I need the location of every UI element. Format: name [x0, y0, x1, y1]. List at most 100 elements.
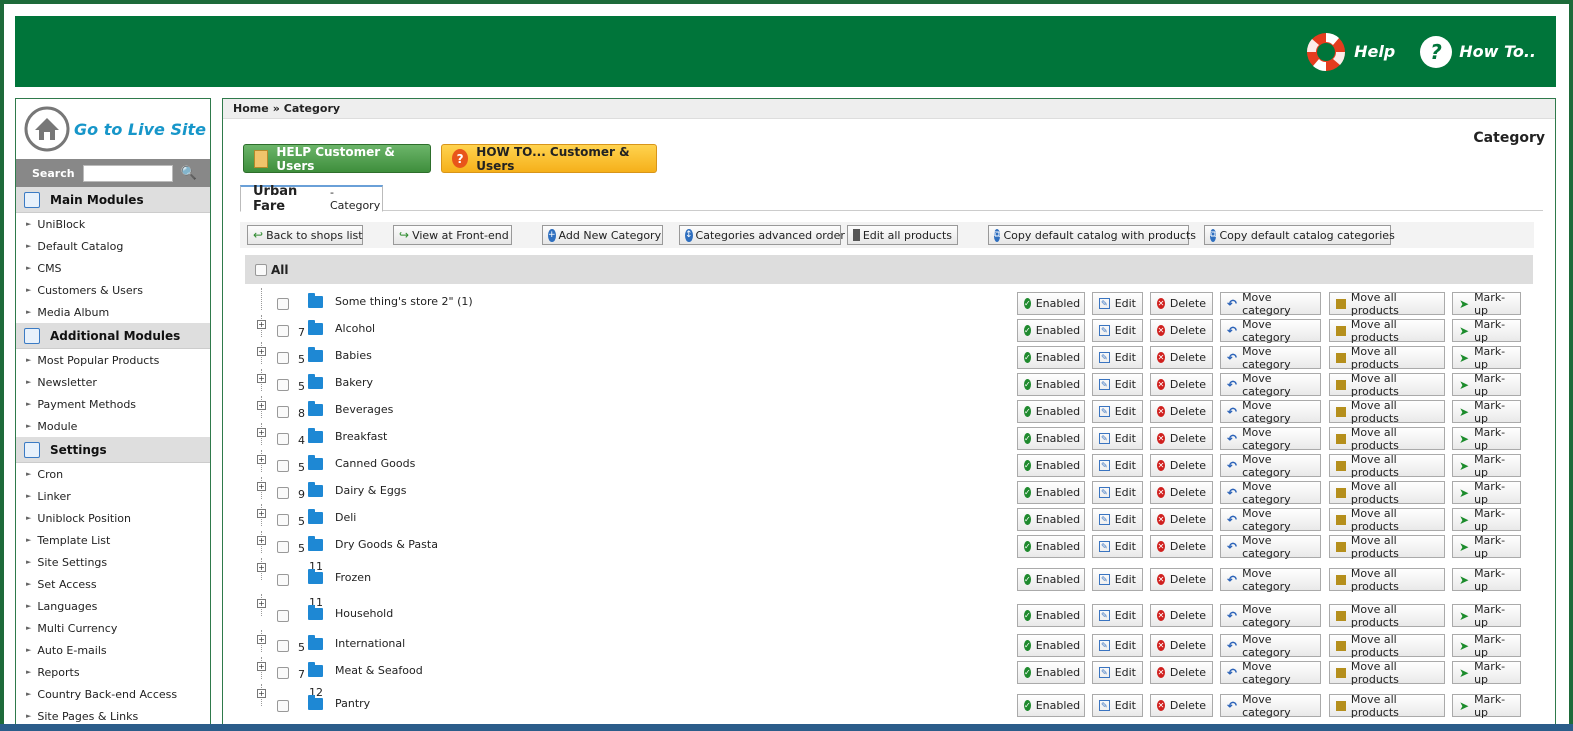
expand-icon[interactable]: +: [257, 374, 266, 383]
enabled-button[interactable]: ✓ Enabled: [1017, 508, 1085, 531]
categories-order-button[interactable]: ↕ Categories advanced order: [679, 225, 845, 245]
move-all-products-button[interactable]: Move all products: [1329, 633, 1445, 659]
move-category-button[interactable]: ↶ Move category: [1220, 507, 1321, 533]
delete-button[interactable]: ✕ Delete: [1150, 346, 1213, 369]
section-additional-modules[interactable]: Additional Modules: [16, 323, 210, 349]
edit-button[interactable]: ✎ Edit: [1092, 400, 1143, 423]
expand-icon[interactable]: +: [257, 455, 266, 464]
sidebar-item-customers-users[interactable]: ► Customers & Users: [16, 279, 210, 301]
edit-button[interactable]: ✎ Edit: [1092, 292, 1143, 315]
delete-button[interactable]: ✕ Delete: [1150, 634, 1213, 657]
delete-button[interactable]: ✕ Delete: [1150, 604, 1213, 627]
sidebar-item-languages[interactable]: ► Languages: [16, 595, 210, 617]
category-name[interactable]: Deli: [335, 511, 356, 524]
enabled-button[interactable]: ✓ Enabled: [1017, 454, 1085, 477]
expand-icon[interactable]: +: [257, 536, 266, 545]
move-category-button[interactable]: ↶ Move category: [1220, 693, 1321, 719]
edit-button[interactable]: ✎ Edit: [1092, 508, 1143, 531]
move-all-products-button[interactable]: Move all products: [1329, 291, 1445, 317]
sidebar-item-site-pages[interactable]: ► Site Pages & Links: [16, 705, 210, 724]
move-category-button[interactable]: ↶ Move category: [1220, 318, 1321, 344]
markup-button[interactable]: ➤ Mark-up: [1452, 345, 1521, 371]
sidebar-item-cms[interactable]: ► CMS: [16, 257, 210, 279]
move-all-products-button[interactable]: Move all products: [1329, 693, 1445, 719]
add-category-button[interactable]: + Add New Category: [542, 225, 663, 245]
move-category-button[interactable]: ↶ Move category: [1220, 345, 1321, 371]
row-checkbox[interactable]: [277, 541, 289, 553]
sidebar-item-template-list[interactable]: ► Template List: [16, 529, 210, 551]
sidebar-item-most-popular[interactable]: ► Most Popular Products: [16, 349, 210, 371]
category-name[interactable]: Beverages: [335, 403, 393, 416]
move-category-button[interactable]: ↶ Move category: [1220, 291, 1321, 317]
howto-customer-users-button[interactable]: ? HOW TO... Customer & Users: [441, 144, 657, 173]
expand-icon[interactable]: +: [257, 482, 266, 491]
sidebar-item-auto-emails[interactable]: ► Auto E-mails: [16, 639, 210, 661]
sidebar-item-media-album[interactable]: ► Media Album: [16, 301, 210, 323]
edit-button[interactable]: ✎ Edit: [1092, 694, 1143, 717]
tab-urban-fare[interactable]: Urban Fare - Category: [240, 184, 383, 214]
copy-catalog-products-button[interactable]: ⧉ Copy default catalog with products: [988, 225, 1196, 245]
delete-button[interactable]: ✕ Delete: [1150, 508, 1213, 531]
expand-icon[interactable]: +: [257, 320, 266, 329]
markup-button[interactable]: ➤ Mark-up: [1452, 453, 1521, 479]
enabled-button[interactable]: ✓ Enabled: [1017, 604, 1085, 627]
row-checkbox[interactable]: [277, 298, 289, 310]
markup-button[interactable]: ➤ Mark-up: [1452, 480, 1521, 506]
move-all-products-button[interactable]: Move all products: [1329, 534, 1445, 560]
help-link[interactable]: Help: [1304, 30, 1395, 74]
expand-icon[interactable]: +: [257, 428, 266, 437]
move-all-products-button[interactable]: Move all products: [1329, 660, 1445, 686]
row-checkbox[interactable]: [277, 574, 289, 586]
sidebar-item-reports[interactable]: ► Reports: [16, 661, 210, 683]
delete-button[interactable]: ✕ Delete: [1150, 319, 1213, 342]
edit-button[interactable]: ✎ Edit: [1092, 661, 1143, 684]
row-checkbox[interactable]: [277, 640, 289, 652]
move-category-button[interactable]: ↶ Move category: [1220, 453, 1321, 479]
move-all-products-button[interactable]: Move all products: [1329, 345, 1445, 371]
enabled-button[interactable]: ✓ Enabled: [1017, 568, 1085, 591]
category-name[interactable]: Meat & Seafood: [335, 664, 423, 677]
markup-button[interactable]: ➤ Mark-up: [1452, 567, 1521, 593]
row-checkbox[interactable]: [277, 433, 289, 445]
enabled-button[interactable]: ✓ Enabled: [1017, 373, 1085, 396]
markup-button[interactable]: ➤ Mark-up: [1452, 534, 1521, 560]
markup-button[interactable]: ➤ Mark-up: [1452, 318, 1521, 344]
enabled-button[interactable]: ✓ Enabled: [1017, 481, 1085, 504]
row-checkbox[interactable]: [277, 700, 289, 712]
markup-button[interactable]: ➤ Mark-up: [1452, 507, 1521, 533]
markup-button[interactable]: ➤ Mark-up: [1452, 693, 1521, 719]
go-to-live-site[interactable]: Go to Live Site: [16, 99, 210, 159]
category-name[interactable]: Some thing's store 2" (1): [335, 295, 473, 308]
enabled-button[interactable]: ✓ Enabled: [1017, 661, 1085, 684]
markup-button[interactable]: ➤ Mark-up: [1452, 399, 1521, 425]
category-name[interactable]: Bakery: [335, 376, 373, 389]
category-name[interactable]: Frozen: [335, 571, 371, 584]
edit-button[interactable]: ✎ Edit: [1092, 634, 1143, 657]
sidebar-item-cron[interactable]: ► Cron: [16, 463, 210, 485]
move-category-button[interactable]: ↶ Move category: [1220, 633, 1321, 659]
enabled-button[interactable]: ✓ Enabled: [1017, 634, 1085, 657]
copy-catalog-categories-button[interactable]: ⧉ Copy default catalog categories: [1204, 225, 1395, 245]
move-all-products-button[interactable]: Move all products: [1329, 567, 1445, 593]
move-category-button[interactable]: ↶ Move category: [1220, 567, 1321, 593]
expand-icon[interactable]: +: [257, 563, 266, 572]
expand-icon[interactable]: +: [257, 635, 266, 644]
edit-button[interactable]: ✎ Edit: [1092, 346, 1143, 369]
sidebar-item-module[interactable]: ► Module: [16, 415, 210, 437]
delete-button[interactable]: ✕ Delete: [1150, 481, 1213, 504]
sidebar-item-newsletter[interactable]: ► Newsletter: [16, 371, 210, 393]
edit-button[interactable]: ✎ Edit: [1092, 319, 1143, 342]
row-checkbox[interactable]: [277, 325, 289, 337]
edit-button[interactable]: ✎ Edit: [1092, 568, 1143, 591]
expand-icon[interactable]: +: [257, 347, 266, 356]
category-name[interactable]: International: [335, 637, 405, 650]
delete-button[interactable]: ✕ Delete: [1150, 373, 1213, 396]
expand-icon[interactable]: +: [257, 401, 266, 410]
edit-button[interactable]: ✎ Edit: [1092, 604, 1143, 627]
edit-button[interactable]: ✎ Edit: [1092, 535, 1143, 558]
howto-link[interactable]: ? How To..: [1419, 35, 1536, 69]
sidebar-item-site-settings[interactable]: ► Site Settings: [16, 551, 210, 573]
delete-button[interactable]: ✕ Delete: [1150, 568, 1213, 591]
delete-button[interactable]: ✕ Delete: [1150, 535, 1213, 558]
move-all-products-button[interactable]: Move all products: [1329, 453, 1445, 479]
